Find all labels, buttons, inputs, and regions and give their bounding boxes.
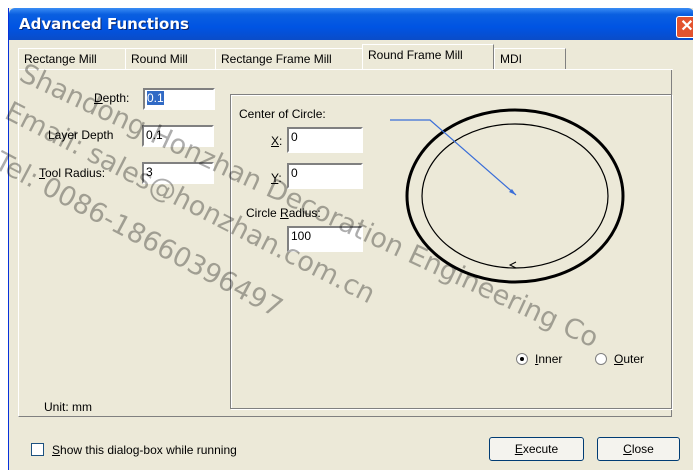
tab-rectange-mill[interactable]: Rectange Mill [18,48,130,69]
depth-input[interactable]: 0.1 [143,88,215,110]
outer-label: Outer [614,352,645,366]
window-title: Advanced Functions [19,15,189,33]
close-button[interactable]: Close [597,437,680,461]
tab-rectange-frame-mill[interactable]: Rectange Frame Mill [215,48,367,69]
layer-depth-input[interactable]: 0.1 [142,125,214,147]
circle-radius-input[interactable]: 100 [287,226,363,252]
depth-label: Depth: [94,91,130,105]
tab-label: Rectange Frame Mill [221,52,332,66]
inner-label: Inner [535,352,563,366]
direction-arrow-icon [508,261,517,269]
center-of-circle-heading: Center of Circle: [239,107,326,121]
unit-label: Unit: mm [44,400,92,414]
circle-preview [390,108,625,284]
tool-radius-label: Tool Radius: [39,166,106,180]
x-label: X: [271,134,283,148]
circle-radius-label: Circle Radius: [246,206,321,220]
tab-label: Round Frame Mill [368,48,463,62]
inner-circle [421,123,609,269]
tab-label: Round Mill [131,52,188,66]
show-dialog-label: Show this dialog-box while running [52,443,237,457]
center-x-input[interactable]: 0 [287,127,363,153]
tab-label: MDI [500,52,522,66]
window-close-button[interactable]: ✕ [676,16,693,38]
execute-button[interactable]: Execute [489,437,584,461]
outer-radio[interactable] [595,353,607,365]
title-bar[interactable]: Advanced Functions ✕ [9,8,693,40]
tab-strip: Rectange Mill Round Mill Rectange Frame … [18,44,578,70]
tab-label: Rectange Mill [24,52,97,66]
tab-mdi[interactable]: MDI [494,48,566,69]
layer-depth-label: Layer Depth [48,128,114,142]
outer-circle [405,108,625,284]
show-dialog-checkbox[interactable] [31,443,44,456]
tool-radius-input[interactable]: 3 [142,162,214,184]
inner-radio[interactable] [516,353,528,365]
y-label: Y: [271,171,282,185]
center-y-input[interactable]: 0 [287,163,363,189]
tab-round-frame-mill[interactable]: Round Frame Mill [362,44,494,69]
tab-round-mill[interactable]: Round Mill [125,48,221,69]
